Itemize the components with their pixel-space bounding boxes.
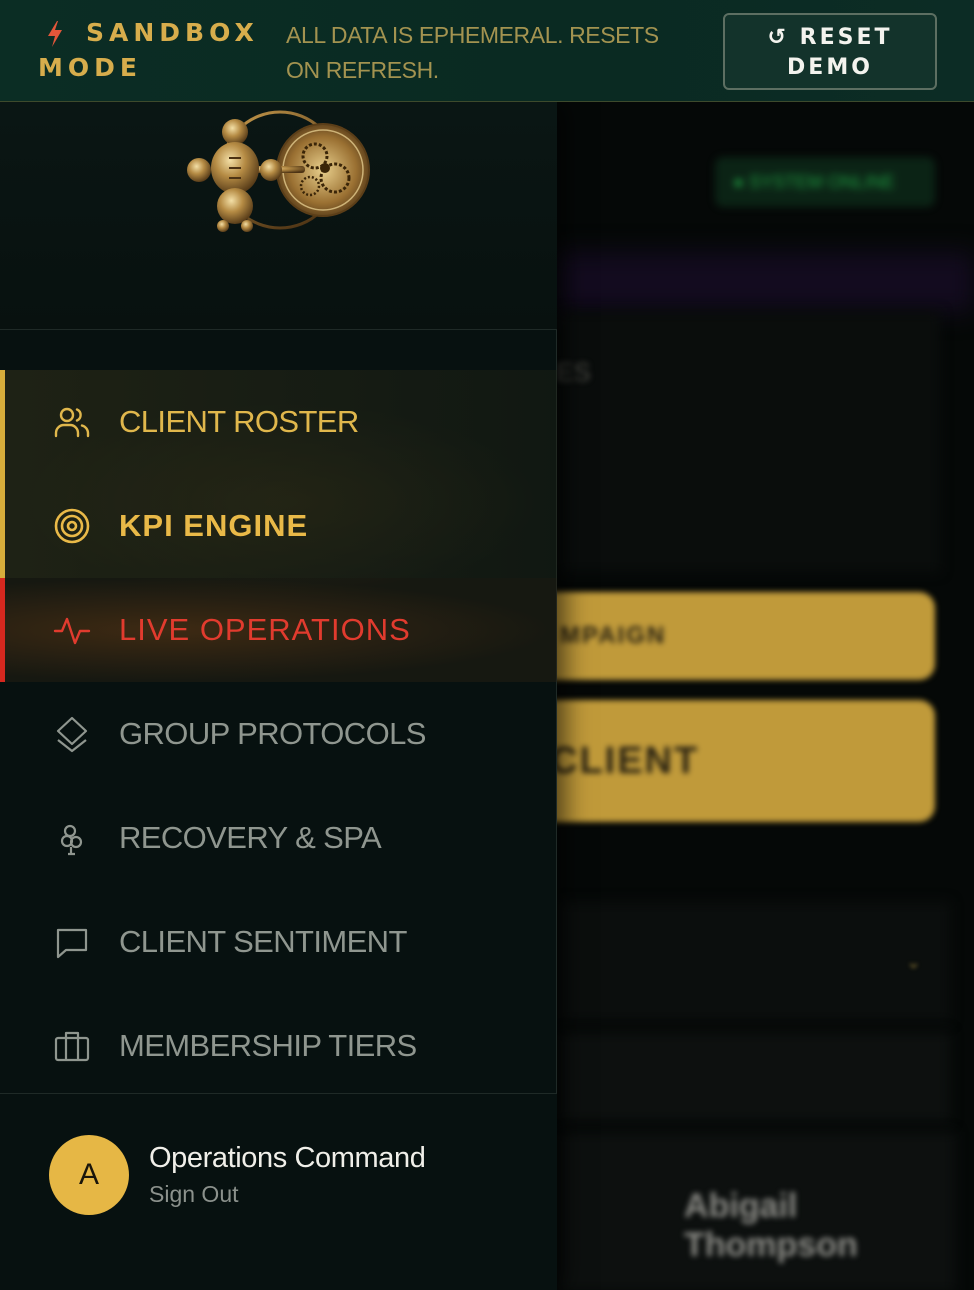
nav-item-kpi-engine[interactable]: KPI ENGINE: [0, 474, 557, 578]
navigation-drawer: CLIENT ROSTER KPI ENGINE LIVE OPERATIONS: [0, 102, 557, 1290]
reset-demo-button[interactable]: ↺ RESET DEMO: [723, 13, 937, 90]
active-indicator: [0, 474, 5, 578]
nav-item-client-roster[interactable]: CLIENT ROSTER: [0, 370, 557, 474]
lightning-bolt-icon: [48, 21, 62, 47]
activity-pulse-icon: [53, 617, 91, 645]
background-row: [560, 1032, 950, 1122]
nav-label: KPI ENGINE: [119, 508, 309, 543]
nav-label: GROUP PROTOCOLS: [119, 716, 426, 751]
active-indicator: [0, 370, 5, 474]
refresh-icon: ↺: [767, 25, 789, 50]
sandbox-mode-label: SANDBOX: [86, 18, 259, 47]
background-card: [560, 312, 940, 572]
add-client-button: CLIENT: [520, 700, 935, 822]
sandbox-banner: SANDBOX MODE ALL DATA IS EPHEMERAL. RESE…: [0, 0, 974, 102]
header-band: [556, 252, 974, 312]
user-panel: A Operations Command Sign Out: [0, 1093, 557, 1290]
nav-item-membership-tiers[interactable]: MEMBERSHIP TIERS: [0, 994, 557, 1098]
user-name: Operations Command: [149, 1142, 426, 1174]
background-select: [560, 902, 950, 1022]
reset-label: RESET: [799, 25, 893, 50]
nav-label: LIVE OPERATIONS: [119, 612, 411, 647]
avatar[interactable]: A: [49, 1135, 129, 1215]
sandbox-mode-label-2: MODE: [38, 53, 142, 82]
nav-item-live-operations[interactable]: LIVE OPERATIONS: [0, 578, 557, 682]
briefcase-icon: [54, 1031, 90, 1062]
nav-item-client-sentiment[interactable]: CLIENT SENTIMENT: [0, 890, 557, 994]
client-name: Abigail Thompson: [684, 1187, 858, 1264]
ephemeral-notice: ALL DATA IS EPHEMERAL. RESETS ON REFRESH…: [286, 22, 659, 83]
demo-label: DEMO: [787, 55, 873, 80]
brand-logo[interactable]: [185, 108, 371, 232]
nav-item-recovery-spa[interactable]: RECOVERY & SPA: [0, 786, 557, 890]
sign-out-link[interactable]: Sign Out: [149, 1181, 239, 1208]
drawer-header: [0, 102, 557, 330]
sidebar-nav: CLIENT ROSTER KPI ENGINE LIVE OPERATIONS: [0, 370, 557, 1098]
layers-icon: [56, 716, 88, 753]
chevron-down-icon: ⌄: [906, 952, 922, 972]
users-icon: [54, 407, 90, 438]
nav-label: MEMBERSHIP TIERS: [119, 1028, 417, 1063]
system-status-badge: ● SYSTEM ONLINE: [715, 157, 935, 207]
nav-item-group-protocols[interactable]: GROUP PROTOCOLS: [0, 682, 557, 786]
message-square-icon: [56, 928, 88, 959]
target-icon: [54, 508, 90, 544]
nav-label: CLIENT ROSTER: [119, 404, 359, 439]
background-card-text: ES: [556, 357, 591, 387]
nav-label: RECOVERY & SPA: [119, 820, 382, 855]
nav-label: CLIENT SENTIMENT: [119, 924, 407, 959]
alert-indicator: [0, 578, 5, 682]
campaign-button: MPAIGN: [520, 592, 935, 680]
flower-icon: [60, 824, 83, 856]
